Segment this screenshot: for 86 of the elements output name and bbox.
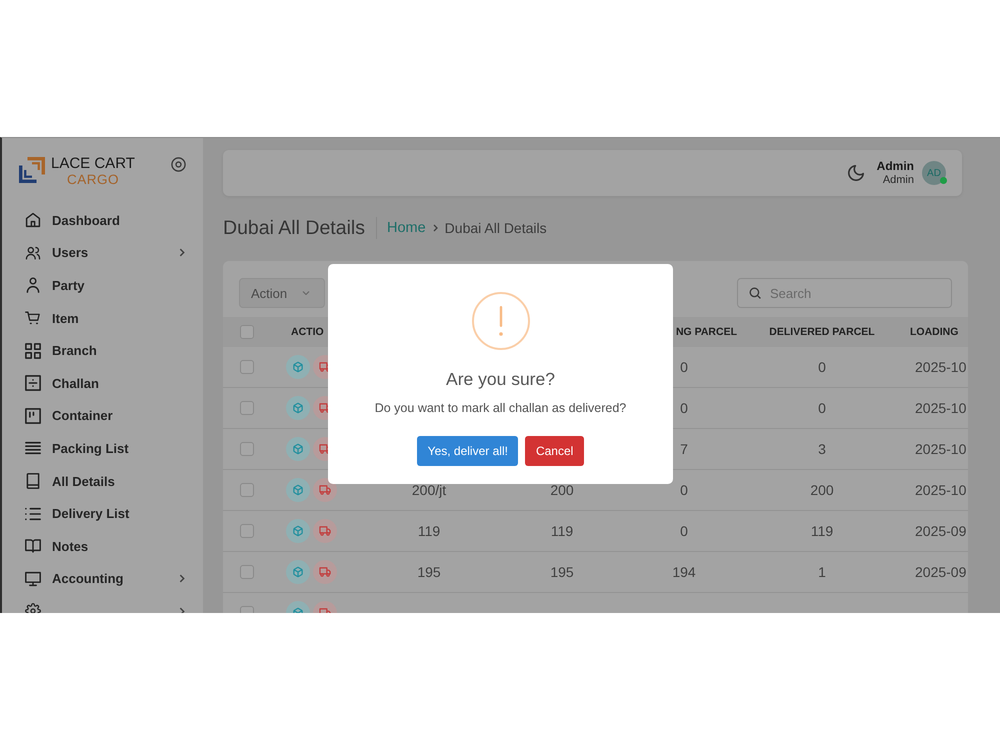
caret-icon (302, 291, 310, 295)
table-value: 2025-09 (915, 523, 966, 539)
sidebar-item[interactable]: Accounting (2, 562, 203, 596)
sidebar-item[interactable]: Delivery List (2, 497, 203, 530)
action-select[interactable]: Action (239, 278, 325, 308)
sidebar-item[interactable]: All Details (2, 464, 203, 498)
table-value: 2025-10 (915, 441, 966, 457)
sidebar-item[interactable]: Users (2, 236, 203, 270)
confirm-button[interactable]: Yes, deliver all! (417, 436, 518, 466)
table-value: 2025-10 (915, 482, 966, 498)
logo-icon (19, 157, 45, 183)
chevron-icon (179, 574, 185, 584)
chevron-icon (179, 606, 185, 613)
cart-icon (25, 310, 41, 326)
dialog-title: Are you sure? (446, 368, 555, 390)
warning-icon (472, 292, 530, 350)
truck-icon[interactable] (313, 519, 337, 543)
checkbox[interactable] (240, 524, 254, 538)
chevron-icon (432, 224, 438, 232)
checkbox[interactable] (240, 401, 254, 415)
table-value: 7 (680, 441, 688, 457)
sidebar-item[interactable]: Notes (2, 530, 203, 563)
dialog-message: Do you want to mark all challan as delivered? (374, 400, 626, 416)
user-icon (25, 277, 41, 294)
sidebar-item[interactable]: Packing List (2, 432, 203, 465)
divide-icon (25, 375, 41, 392)
sidebar-item[interactable]: Dashboard (2, 204, 203, 237)
column-header: DELIVERED PARCEL (769, 326, 875, 338)
table-value: 119 (810, 523, 834, 539)
sidebar-item[interactable]: Party (2, 269, 203, 302)
checkbox[interactable] (240, 483, 254, 497)
chevron-icon (179, 248, 185, 258)
table-value: 0 (680, 523, 688, 539)
sidebar-item[interactable]: Item (2, 302, 203, 334)
table-value: 195 (550, 564, 574, 580)
table-value: 119 (550, 523, 574, 539)
table-value: 0 (680, 482, 688, 498)
moon-icon[interactable] (848, 165, 864, 181)
sidebar-item[interactable]: Branch (2, 334, 203, 367)
table-value: 200 (810, 482, 834, 498)
home-icon (25, 212, 41, 228)
table-value: 2025-09 (915, 564, 966, 580)
page-title: Dubai All Details (223, 216, 365, 240)
table-value: 194 (672, 564, 696, 580)
table-value: 2025-10 (915, 359, 966, 375)
grid-icon (25, 342, 41, 359)
truck-icon[interactable] (313, 478, 337, 502)
table-value: 119 (418, 523, 440, 539)
table-value: 1 (818, 564, 826, 580)
sidebar-item[interactable]: Container (2, 400, 203, 432)
table-value: 3 (818, 441, 826, 457)
table-value: 0 (680, 359, 688, 375)
user-role: Admin (882, 173, 914, 187)
cube-icon[interactable] (286, 519, 310, 543)
table-value: 0 (818, 359, 826, 375)
table-value: 200/jt (412, 482, 446, 498)
table-value: 0 (818, 400, 826, 416)
users-icon (25, 244, 41, 261)
checkbox[interactable] (240, 325, 254, 339)
column-header: LOADING (910, 326, 958, 338)
checkbox[interactable] (240, 442, 254, 456)
table-value: 200 (550, 482, 574, 498)
breadcrumb-current: Dubai All Details (444, 220, 547, 236)
checkbox[interactable] (240, 565, 254, 579)
logo-title: LACE CART (51, 156, 135, 172)
column-header: ACTIO (291, 326, 324, 338)
cube-icon[interactable] (286, 560, 310, 584)
target-icon[interactable] (171, 156, 186, 172)
board-icon (25, 408, 41, 424)
checkbox[interactable] (240, 360, 254, 374)
user-name: Admin (876, 159, 914, 173)
sidebar-item[interactable]: Challan (2, 366, 203, 400)
column-header: NG PARCEL (676, 326, 737, 338)
truck-icon[interactable] (313, 560, 337, 584)
search-icon (749, 287, 761, 299)
cancel-button[interactable]: Cancel (525, 436, 584, 466)
book-icon (25, 473, 41, 490)
lines-icon (25, 440, 41, 456)
table-value: 195 (417, 564, 441, 580)
list-icon (25, 506, 41, 522)
table-value: 2025-10 (915, 400, 966, 416)
table-value: 0 (680, 400, 688, 416)
logo-subtitle: CARGO (66, 172, 119, 187)
monitor-icon (25, 570, 41, 587)
search-field[interactable]: Search (737, 278, 952, 308)
open-book-icon (25, 538, 41, 554)
